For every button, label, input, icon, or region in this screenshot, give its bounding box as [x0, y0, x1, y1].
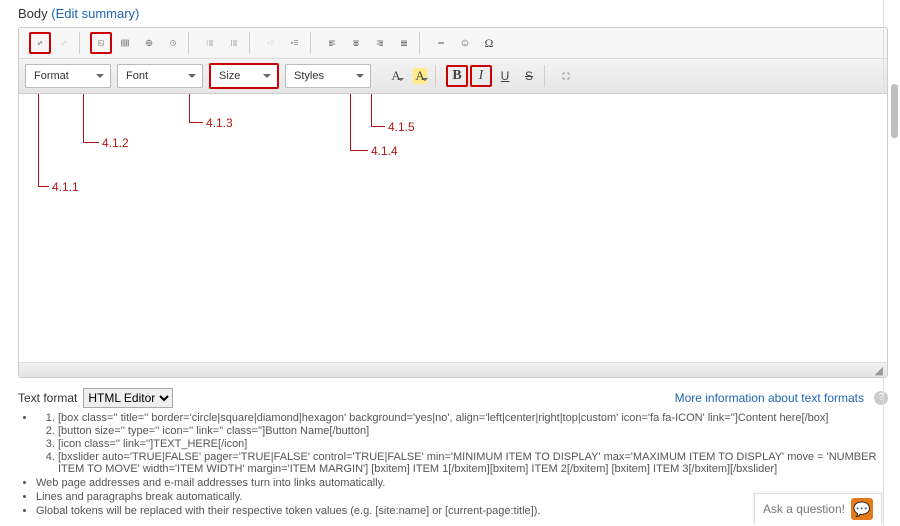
hr-button[interactable] — [430, 32, 452, 54]
bold-button[interactable]: B — [446, 65, 468, 87]
font-combo[interactable]: Font — [117, 64, 203, 88]
page-scrollbar[interactable] — [888, 0, 898, 526]
callout-411: 4.1.1 — [52, 180, 79, 194]
size-combo-label: Size — [219, 70, 240, 82]
hint-inner-2: [button size='' type='' icon='' link='' … — [58, 425, 888, 437]
text-format-label: Text format — [18, 391, 77, 405]
table-button[interactable] — [114, 32, 136, 54]
styles-combo[interactable]: Styles — [285, 64, 371, 88]
link-button[interactable] — [29, 32, 51, 54]
callout-413: 4.1.3 — [206, 116, 233, 130]
outdent-button[interactable] — [260, 32, 282, 54]
indent-button[interactable] — [284, 32, 306, 54]
help-icon[interactable]: ? — [874, 391, 888, 405]
hint-inner-1: [box class='' title='' border='circle|sq… — [58, 412, 888, 424]
field-label: Body (Edit summary) — [18, 6, 888, 21]
underline-button[interactable]: U — [494, 65, 516, 87]
rich-text-editor: 123 Ω Format Font Size — [18, 27, 888, 378]
callout-415: 4.1.5 — [388, 120, 415, 134]
text-format-select[interactable]: HTML Editor — [83, 388, 173, 408]
bullet-list-button[interactable] — [223, 32, 245, 54]
italic-button[interactable]: I — [470, 65, 492, 87]
edit-summary-link[interactable]: (Edit summary) — [51, 6, 139, 21]
hint-inner-4: [bxslider auto='TRUE|FALSE' pager='TRUE|… — [58, 451, 888, 475]
hint-inner-3: [icon class='' link='']TEXT_HERE[/icon] — [58, 438, 888, 450]
editor-content-area[interactable]: 4.1.1 4.1.2 4.1.3 4.1.4 4.1.5 — [19, 94, 887, 362]
format-combo[interactable]: Format — [25, 64, 111, 88]
image-button[interactable] — [90, 32, 112, 54]
toolbar-row-1: 123 Ω — [19, 28, 887, 59]
ask-label: Ask a question! — [763, 502, 845, 516]
align-right-button[interactable] — [369, 32, 391, 54]
callout-412: 4.1.2 — [102, 136, 129, 150]
callout-414: 4.1.4 — [371, 144, 398, 158]
iframe-button[interactable] — [138, 32, 160, 54]
align-left-button[interactable] — [321, 32, 343, 54]
hint-outer-1: Web page addresses and e-mail addresses … — [36, 477, 888, 489]
body-label-text: Body — [18, 6, 48, 21]
unlink-button[interactable] — [53, 32, 75, 54]
more-info-link[interactable]: More information about text formats — [675, 391, 864, 405]
text-color-button[interactable]: A — [385, 65, 407, 87]
size-combo[interactable]: Size — [209, 63, 279, 89]
emoji-button[interactable] — [454, 32, 476, 54]
hint-item: [box class='' title='' border='circle|sq… — [36, 412, 888, 475]
editor-resize-handle[interactable] — [19, 362, 887, 377]
special-insert-button[interactable] — [162, 32, 184, 54]
align-center-button[interactable] — [345, 32, 367, 54]
format-combo-label: Format — [34, 70, 69, 82]
svg-text:3: 3 — [207, 45, 209, 47]
font-combo-label: Font — [126, 70, 148, 82]
styles-combo-label: Styles — [294, 70, 324, 82]
special-char-button[interactable]: Ω — [478, 32, 500, 54]
align-justify-button[interactable] — [393, 32, 415, 54]
ask-a-question-widget[interactable]: Ask a question! 💬 — [754, 493, 882, 524]
chat-icon: 💬 — [851, 498, 873, 520]
numbered-list-button[interactable]: 123 — [199, 32, 221, 54]
maximize-button[interactable] — [555, 65, 577, 87]
strike-button[interactable]: S — [518, 65, 540, 87]
toolbar-row-2: Format Font Size Styles A A B I U S — [19, 59, 887, 94]
bg-color-button[interactable]: A — [409, 65, 431, 87]
